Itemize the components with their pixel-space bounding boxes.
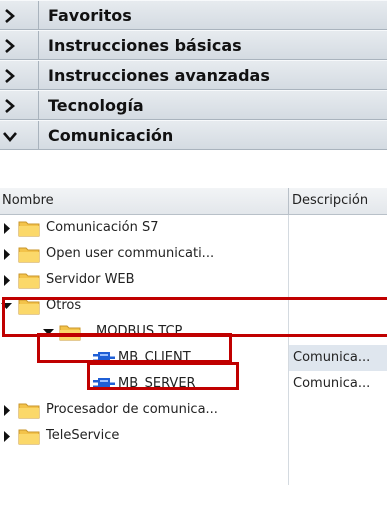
tree-item-label: MB_CLIENT: [118, 350, 191, 365]
tree-item-mb-client[interactable]: MB_CLIENT Comunica...: [0, 345, 387, 371]
tree-item-label: Servidor WEB: [46, 272, 135, 287]
caret-down-icon[interactable]: [43, 328, 54, 336]
folder-icon: [59, 325, 81, 341]
tree-item-label: MB_SERVER: [118, 376, 196, 391]
tree-item-label: TeleService: [46, 428, 120, 443]
instruction-tree: Comunicación S7 Open user communicati...…: [0, 215, 387, 449]
instructions-task-panel: Favoritos Instrucciones básicas Instrucc…: [0, 0, 387, 150]
chevron-right-icon: [5, 69, 15, 83]
folder-icon: [18, 247, 40, 263]
function-block-icon: [93, 378, 115, 390]
section-label: Tecnología: [48, 96, 144, 115]
tree-item-otros[interactable]: Otros: [0, 293, 387, 319]
section-label: Favoritos: [48, 6, 132, 25]
column-header-nombre[interactable]: Nombre: [2, 193, 54, 208]
expand-toggle[interactable]: [0, 91, 39, 119]
folder-icon: [18, 429, 40, 445]
expand-toggle[interactable]: [0, 1, 39, 29]
tree-item-description: Comunica...: [293, 376, 371, 391]
expand-toggle[interactable]: [0, 31, 39, 59]
column-header: Nombre Descripción: [0, 188, 387, 215]
folder-icon: [18, 403, 40, 419]
caret-right-icon[interactable]: [3, 249, 11, 260]
chevron-right-icon: [5, 39, 15, 53]
chevron-down-icon: [3, 132, 17, 142]
expand-toggle[interactable]: [0, 61, 39, 89]
tree-item-teleservice[interactable]: TeleService: [0, 423, 387, 449]
folder-icon: [18, 299, 40, 315]
caret-right-icon[interactable]: [3, 275, 11, 286]
caret-down-icon[interactable]: [1, 302, 12, 310]
expand-toggle[interactable]: [0, 121, 39, 149]
section-instrucciones-avanzadas[interactable]: Instrucciones avanzadas: [0, 60, 387, 90]
caret-right-icon[interactable]: [3, 405, 11, 416]
section-label: Comunicación: [48, 126, 174, 145]
section-label: Instrucciones avanzadas: [48, 66, 270, 85]
tree-item-label: MODBUS TCP: [96, 324, 183, 339]
folder-icon: [18, 273, 40, 289]
chevron-right-icon: [5, 9, 15, 23]
tree-item-label: Open user communicati...: [46, 246, 215, 261]
tree-item-label: Comunicación S7: [46, 220, 159, 235]
folder-icon: [18, 221, 40, 237]
tree-item-open-user-communication[interactable]: Open user communicati...: [0, 241, 387, 267]
section-tecnologia[interactable]: Tecnología: [0, 90, 387, 120]
section-favoritos[interactable]: Favoritos: [0, 0, 387, 30]
column-resize-handle[interactable]: [288, 188, 289, 214]
tree-item-description: Comunica...: [289, 345, 387, 371]
tree-item-servidor-web[interactable]: Servidor WEB: [0, 267, 387, 293]
caret-right-icon[interactable]: [3, 223, 11, 234]
tree-item-label: Procesador de comunica...: [46, 402, 218, 417]
section-instrucciones-basicas[interactable]: Instrucciones básicas: [0, 30, 387, 60]
chevron-right-icon: [5, 99, 15, 113]
tree-item-label: Otros: [46, 298, 82, 313]
tree-item-modbus-tcp[interactable]: MODBUS TCP: [0, 319, 387, 345]
tree-item-mb-server[interactable]: MB_SERVER Comunica...: [0, 371, 387, 397]
section-label: Instrucciones básicas: [48, 36, 242, 55]
section-comunicacion[interactable]: Comunicación: [0, 120, 387, 150]
caret-right-icon[interactable]: [3, 431, 11, 442]
tree-item-comunicacion-s7[interactable]: Comunicación S7: [0, 215, 387, 241]
column-header-descripcion[interactable]: Descripción: [292, 193, 368, 208]
tree-item-procesador-de-comunicaciones[interactable]: Procesador de comunica...: [0, 397, 387, 423]
function-block-icon: [93, 352, 115, 364]
